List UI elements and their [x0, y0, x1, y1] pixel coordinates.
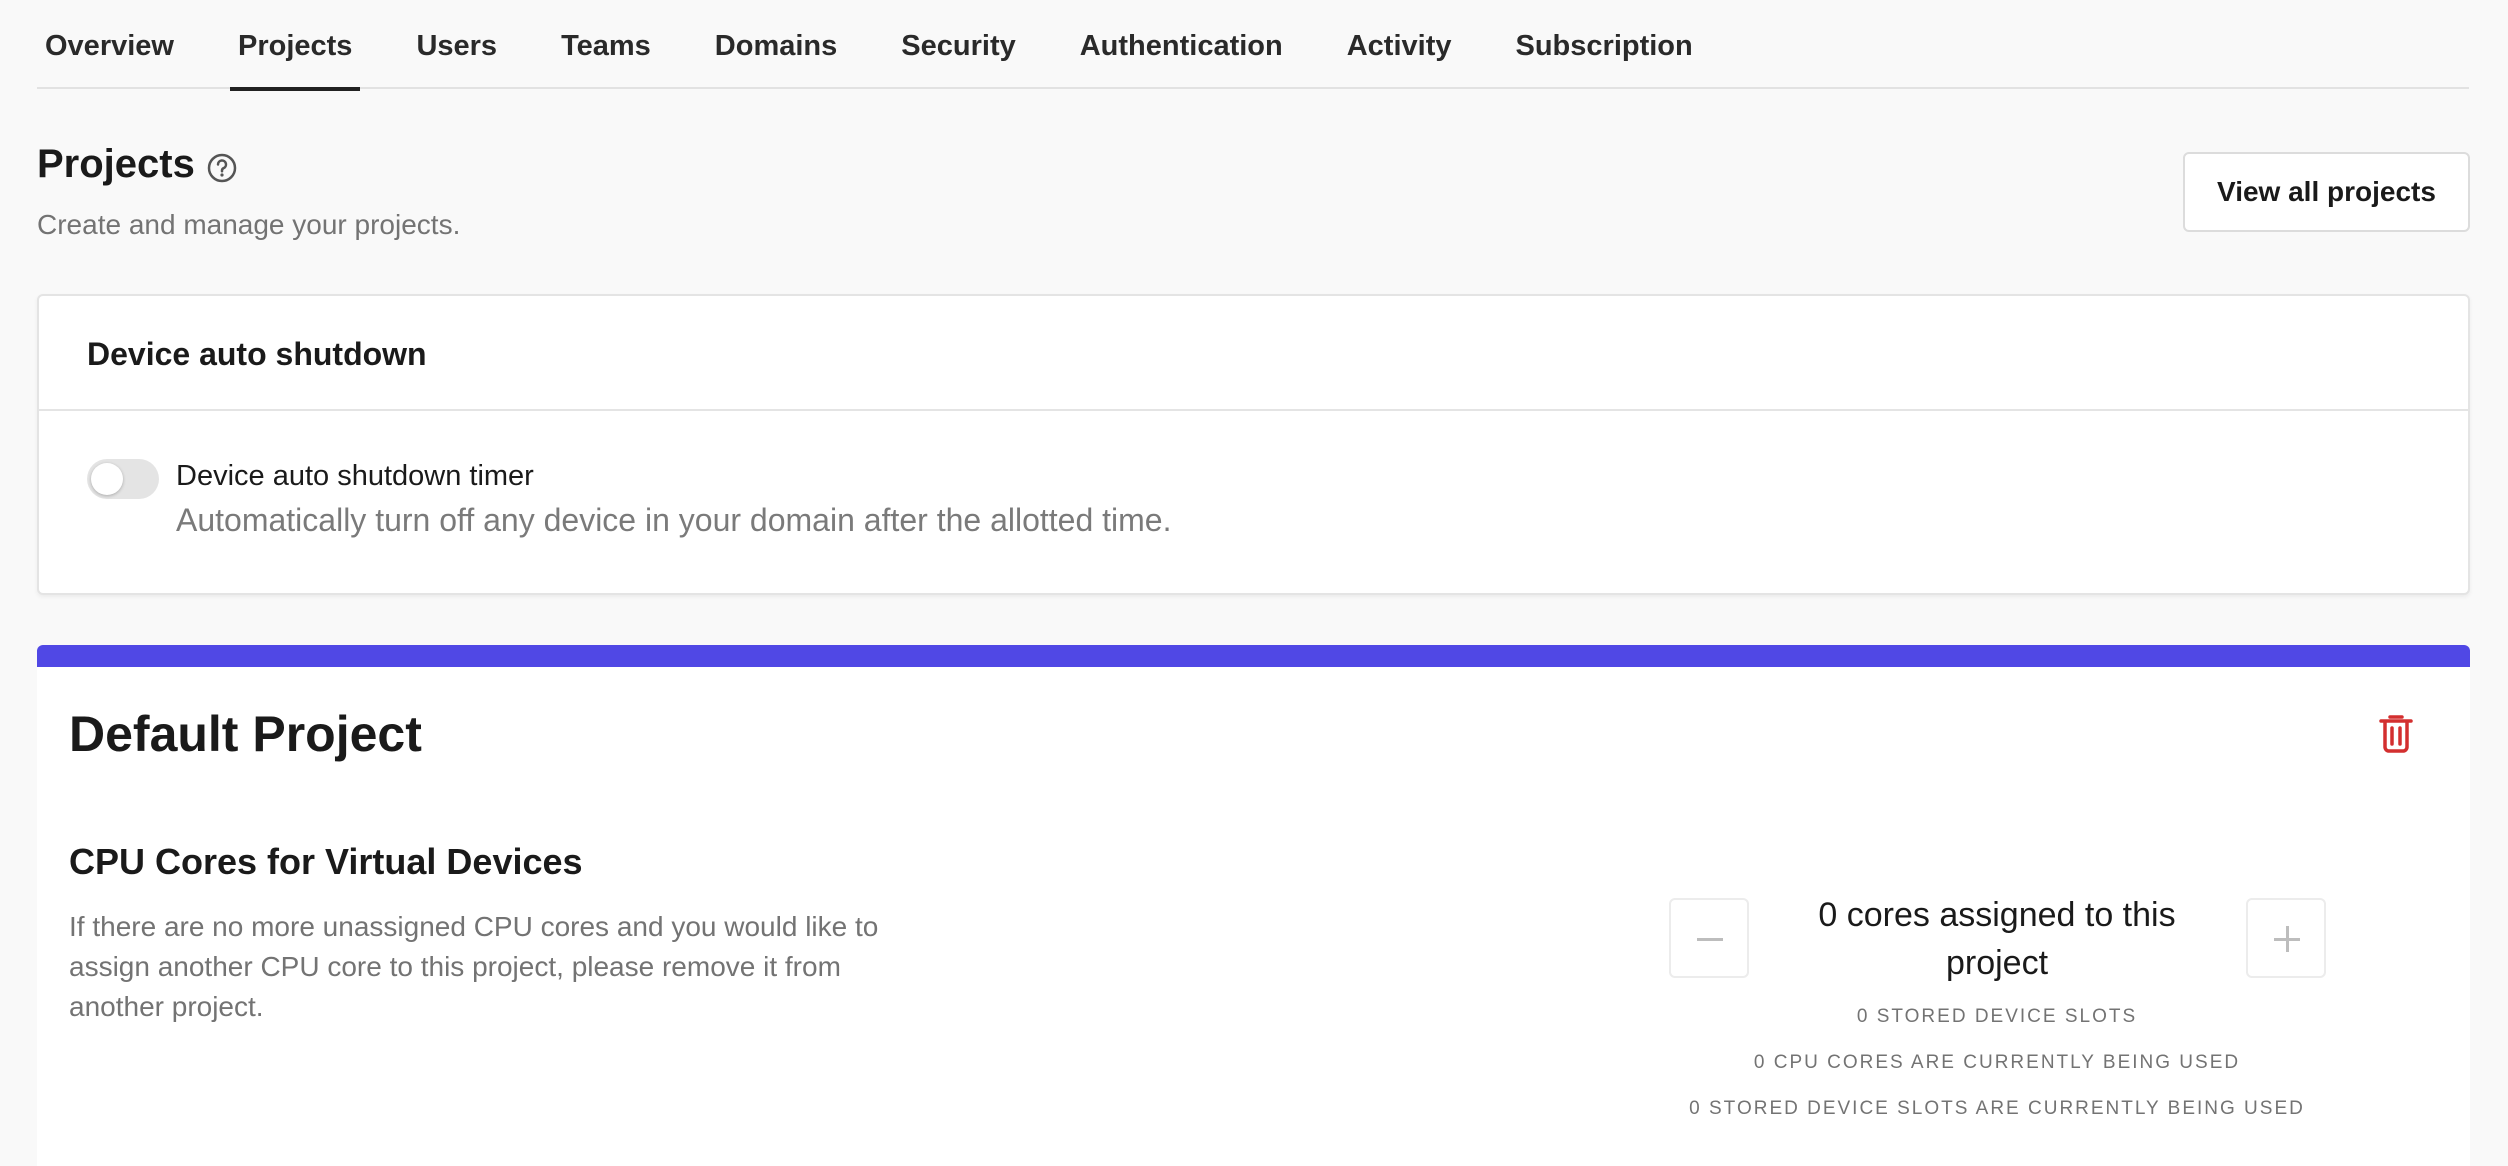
tab-users[interactable]: Users: [408, 0, 505, 89]
tab-activity[interactable]: Activity: [1339, 0, 1460, 89]
tab-projects[interactable]: Projects: [229, 0, 361, 91]
cores-assigned-text: 0 cores assigned to this project: [1818, 896, 2176, 982]
increase-cores-button[interactable]: [2246, 898, 2326, 978]
auto-shutdown-toggle[interactable]: [87, 459, 159, 499]
page-title: Projects: [37, 142, 195, 186]
toggle-knob: [91, 463, 123, 495]
project-accent-bar: [37, 645, 2470, 667]
project-card: Default Project CPU Cores for Virtual De…: [37, 645, 2470, 1166]
tab-teams[interactable]: Teams: [553, 0, 659, 89]
auto-shutdown-card-title: Device auto shutdown: [39, 296, 2468, 411]
tab-bar: Overview Projects Users Teams Domains Se…: [37, 0, 2469, 91]
trash-icon[interactable]: [2376, 711, 2416, 755]
page-subtitle: Create and manage your projects.: [37, 209, 461, 240]
auto-shutdown-card: Device auto shutdown Device auto shutdow…: [37, 294, 2470, 595]
stored-device-slots-stat: 0 STORED DEVICE SLOTS: [1856, 1006, 2138, 1027]
stored-slots-used-stat: 0 STORED DEVICE SLOTS ARE CURRENTLY BEIN…: [1689, 1098, 2305, 1119]
cpu-cores-description: If there are no more unassigned CPU core…: [69, 911, 879, 1022]
auto-shutdown-timer-description: Automatically turn off any device in you…: [176, 502, 1172, 538]
cpu-cores-title: CPU Cores for Virtual Devices: [69, 841, 583, 882]
auto-shutdown-timer-label: Device auto shutdown timer: [176, 460, 534, 492]
tab-domains[interactable]: Domains: [707, 0, 845, 89]
tab-subscription[interactable]: Subscription: [1508, 0, 1701, 89]
view-all-projects-button[interactable]: View all projects: [2183, 152, 2470, 232]
decrease-cores-button[interactable]: [1669, 898, 1749, 978]
minus-icon: [1697, 938, 1723, 941]
tab-authentication[interactable]: Authentication: [1072, 0, 1291, 89]
question-circle-icon[interactable]: [206, 152, 238, 184]
tab-overview[interactable]: Overview: [37, 0, 182, 89]
plus-icon-vertical: [2286, 926, 2289, 952]
cpu-cores-used-stat: 0 CPU CORES ARE CURRENTLY BEING USED: [1753, 1052, 2241, 1073]
tab-security[interactable]: Security: [893, 0, 1023, 89]
project-name: Default Project: [69, 706, 422, 762]
